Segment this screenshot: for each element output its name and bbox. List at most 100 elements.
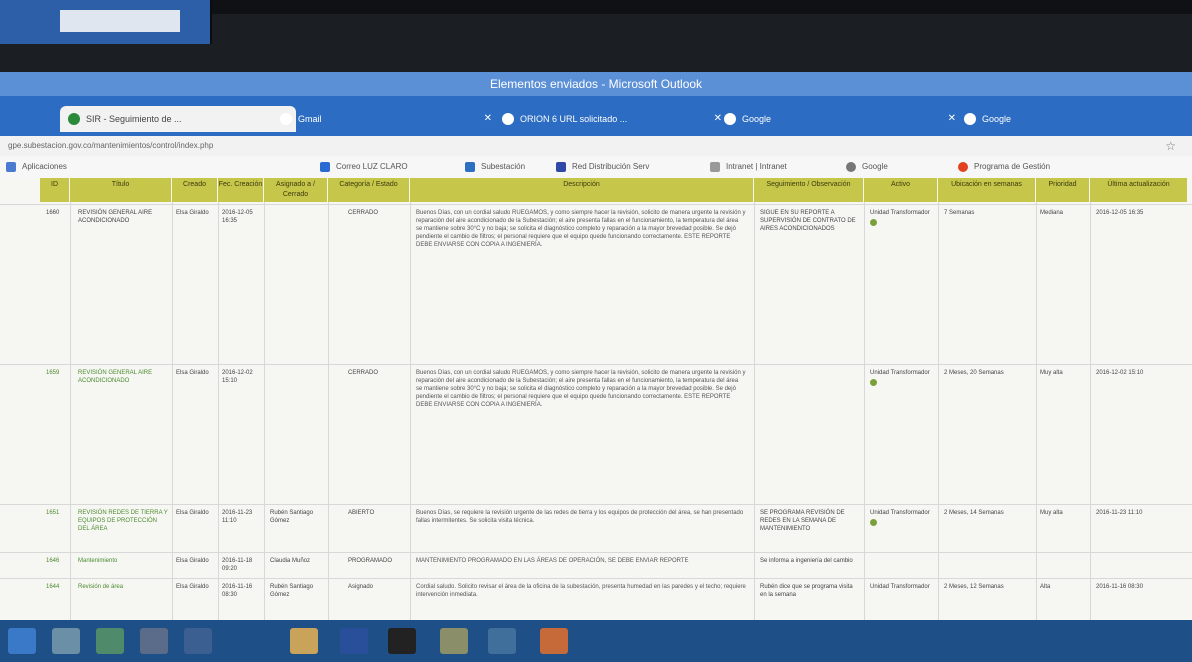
row-title[interactable]: REVISIÓN GENERAL AIRE ACONDICIONADO [78,209,168,225]
mail-icon [320,162,330,172]
bookmark-programa[interactable]: Programa de Gestión [958,160,1050,174]
apps-icon [6,162,16,172]
leaf-icon [870,219,877,226]
table-row[interactable]: 1659 REVISIÓN GENERAL AIRE ACONDICIONADO… [0,364,1192,505]
table-row[interactable]: 1660 REVISIÓN GENERAL AIRE ACONDICIONADO… [0,204,1192,365]
bookmark-label: Aplicaciones [22,162,67,171]
ie-icon[interactable] [8,628,36,654]
row-asset-label: Unidad Transformador [870,210,930,216]
close-tab-icon[interactable]: ✕ [948,106,956,132]
page-favicon-icon [68,113,80,125]
row-description: Buenos Días, con un cordial saludo RUEGA… [416,210,746,248]
table-row[interactable]: 1651 REVISIÓN REDES DE TIERRA Y EQUIPOS … [0,504,1192,553]
row-weeks: 2 Meses, 20 Semanas [944,370,1004,376]
tab-label: Gmail [298,114,322,124]
background-window [0,0,212,44]
row-id[interactable]: 1644 [46,583,68,591]
bookmark-correo[interactable]: Correo LUZ CLARO [320,160,408,174]
row-created: Elsa Giraldo [176,210,209,216]
row-category: Asignado [348,584,374,590]
col-header: Prioridad [1036,178,1090,202]
row-asset-label: Unidad Transformador [870,370,930,376]
page-favicon-icon [502,113,514,125]
bookmark-apps[interactable]: Aplicaciones [6,160,67,174]
row-priority: Mediana [1040,210,1064,216]
tab-sir[interactable]: SIR - Seguimiento de ... ✕ [60,106,296,132]
google-icon [964,113,976,125]
row-date: 2016-11-18 09:20 [222,558,253,572]
row-asset: Unidad Transformador [870,369,934,389]
row-updated: 2016-12-05 16:35 [1096,210,1144,216]
tab-google-1[interactable]: Google ✕ [716,106,962,132]
app-icon[interactable] [96,628,124,654]
window-title: Elementos enviados - Microsoft Outlook [0,72,1192,96]
row-id[interactable]: 1646 [46,557,68,565]
explorer-icon[interactable] [52,628,80,654]
col-header: Seguimiento / Observación [754,178,864,202]
leaf-icon [870,519,877,526]
row-weeks: 7 Semanas [944,210,975,216]
close-tab-icon[interactable]: ✕ [484,106,492,132]
tab-label: Google [982,114,1012,124]
tab-label: Google [742,114,772,124]
col-header: ID [40,178,70,202]
star-icon[interactable]: ☆ [1165,136,1176,156]
row-id[interactable]: 1651 [46,509,68,517]
row-title[interactable]: Revisión de área [78,583,168,591]
tab-orion[interactable]: ORION 6 URL solicitado ... ✕ [494,106,728,132]
row-category: PROGRAMADO [348,558,393,564]
windows-taskbar [0,620,1192,662]
table-row[interactable]: 1644 Revisión de área Elsa Giraldo 2016-… [0,578,1192,620]
row-created: Elsa Giraldo [176,510,209,516]
gmail-icon [280,113,292,125]
row-title[interactable]: Mantenimiento [78,557,168,565]
address-bar[interactable]: gpe.subestacion.gov.co/mantenimientos/co… [0,136,1192,156]
bookmark-red[interactable]: Red Distribución Serv [556,160,649,174]
app-icon[interactable] [440,628,468,654]
row-assigned: Claudia Muñoz [270,558,311,564]
tab-label: ORION 6 URL solicitado ... [520,114,628,124]
row-title[interactable]: REVISIÓN REDES DE TIERRA Y EQUIPOS DE PR… [78,509,168,533]
col-header: Categoría / Estado [328,178,410,202]
bookmark-google[interactable]: Google [846,160,888,174]
bookmark-subestacion[interactable]: Subestación [465,160,525,174]
col-header: Ubicación en semanas [938,178,1036,202]
address-url[interactable]: gpe.subestacion.gov.co/mantenimientos/co… [8,141,213,150]
app-icon[interactable] [340,628,368,654]
app-icon[interactable] [388,628,416,654]
app-icon[interactable] [184,628,212,654]
table-row[interactable]: 1646 Mantenimiento Elsa Giraldo 2016-11-… [0,552,1192,579]
tracking-table: ID Título Creado Fec. Creación Asignado … [0,178,1192,620]
browser-tab-bar: SIR - Seguimiento de ... ✕ Gmail ✕ ORION… [0,96,1192,136]
row-updated: 2016-12-02 15:10 [1096,370,1144,376]
folder-icon[interactable] [290,628,318,654]
row-description: Cordial saludo. Solicito revisar el área… [416,584,746,598]
row-created: Elsa Giraldo [176,370,209,376]
tab-gmail[interactable]: Gmail ✕ [272,106,498,132]
tab-google-2[interactable]: Google [956,106,1182,132]
row-description: MANTENIMIENTO PROGRAMADO EN LAS ÁREAS DE… [416,558,689,564]
row-weeks: 2 Meses, 14 Semanas [944,510,1004,516]
bookmark-intranet[interactable]: Intranet | Intranet [710,160,787,174]
row-priority: Alta [1040,584,1051,590]
row-title[interactable]: REVISIÓN GENERAL AIRE ACONDICIONADO [78,369,168,385]
col-header: Asignado a / Cerrado [264,178,328,202]
row-category: CERRADO [348,370,379,376]
app-icon[interactable] [140,628,168,654]
app-icon[interactable] [540,628,568,654]
row-id[interactable]: 1660 [46,209,68,217]
row-updated: 2016-11-23 11:10 [1096,510,1143,516]
row-asset: Unidad Transformador [870,509,934,529]
row-date: 2016-11-23 11:10 [222,510,253,524]
row-id[interactable]: 1659 [46,369,68,377]
intranet-icon [710,162,720,172]
row-priority: Muy alta [1040,510,1063,516]
row-assigned: Rubén Santiago Gómez [270,584,314,598]
leaf-icon [870,379,877,386]
col-header: Última actualización [1090,178,1188,202]
plus-icon [465,162,475,172]
col-header: Activo [864,178,938,202]
outlook-icon[interactable] [488,628,516,654]
background-window-panel [60,10,180,32]
tab-label: SIR - Seguimiento de ... [86,114,182,124]
